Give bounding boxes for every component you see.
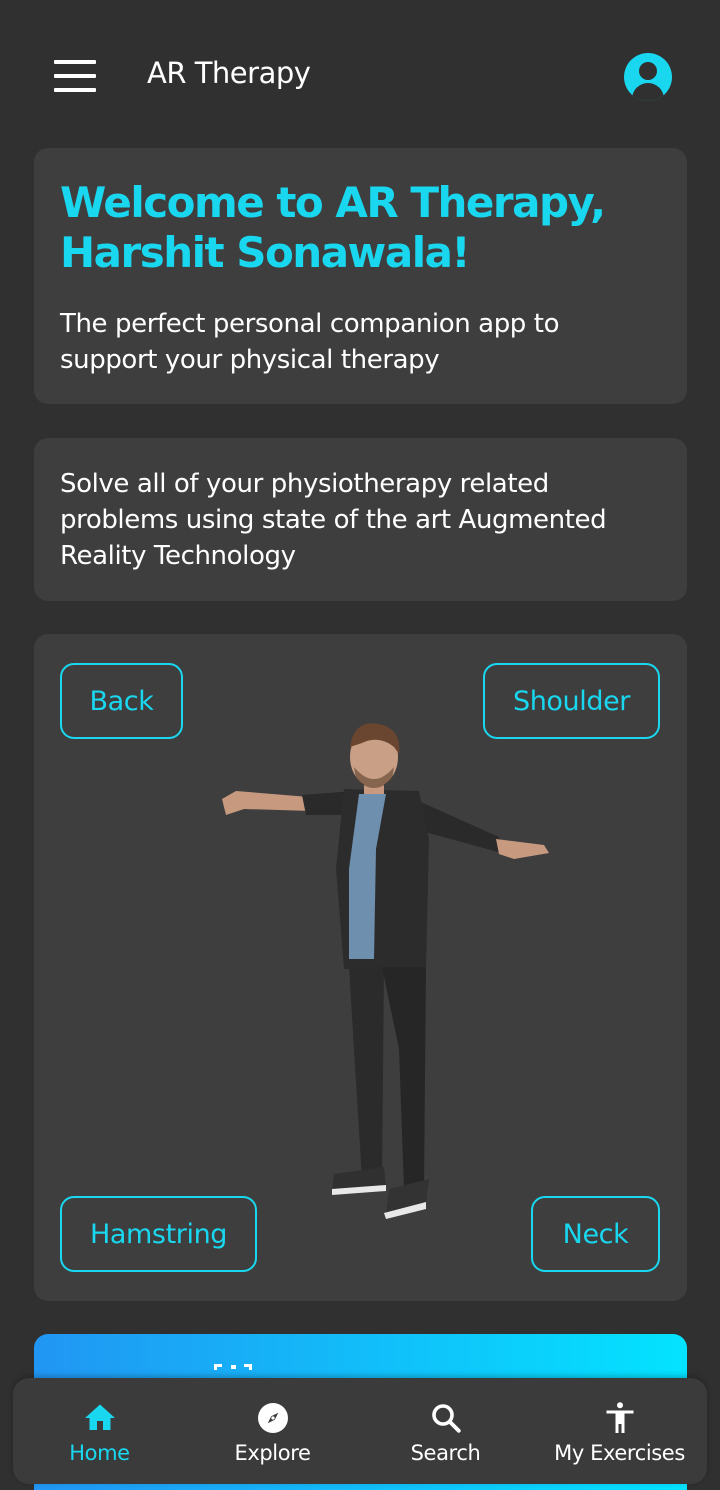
- info-text: Solve all of your physiotherapy related …: [60, 469, 607, 571]
- account-circle-icon[interactable]: [624, 53, 672, 101]
- compass-icon: [257, 1403, 288, 1433]
- info-card: Solve all of your physiotherapy related …: [34, 438, 687, 601]
- nav-label-home: Home: [69, 1441, 130, 1465]
- nav-item-home[interactable]: Home: [13, 1378, 186, 1484]
- welcome-card: Welcome to AR Therapy, Harshit Sonawala!…: [34, 148, 687, 404]
- ar-scan-icon: [214, 1364, 252, 1370]
- app-bar: AR Therapy: [0, 0, 720, 150]
- neck-button[interactable]: Neck: [531, 1196, 660, 1272]
- back-button[interactable]: Back: [60, 663, 183, 739]
- welcome-title: Welcome to AR Therapy, Harshit Sonawala!: [60, 178, 606, 277]
- hamstring-button[interactable]: Hamstring: [60, 1196, 257, 1272]
- body-model-card: Back Shoulder Hamstring Neck: [34, 634, 687, 1301]
- menu-icon[interactable]: [54, 60, 96, 92]
- app-title: AR Therapy: [147, 56, 311, 90]
- nav-label-my-exercises: My Exercises: [554, 1441, 685, 1465]
- welcome-subtitle: The perfect personal companion app to su…: [60, 309, 560, 375]
- search-icon: [431, 1404, 461, 1433]
- home-icon: [84, 1404, 115, 1430]
- nav-label-search: Search: [410, 1441, 481, 1465]
- nav-item-my-exercises[interactable]: My Exercises: [533, 1378, 706, 1484]
- nav-item-explore[interactable]: Explore: [186, 1378, 359, 1484]
- bottom-navigation: Home Explore Search My Exercises: [13, 1378, 707, 1484]
- nav-item-search[interactable]: Search: [359, 1378, 532, 1484]
- 3d-avatar-model[interactable]: [214, 719, 554, 1219]
- nav-label-explore: Explore: [234, 1441, 311, 1465]
- accessibility-icon: [606, 1402, 633, 1433]
